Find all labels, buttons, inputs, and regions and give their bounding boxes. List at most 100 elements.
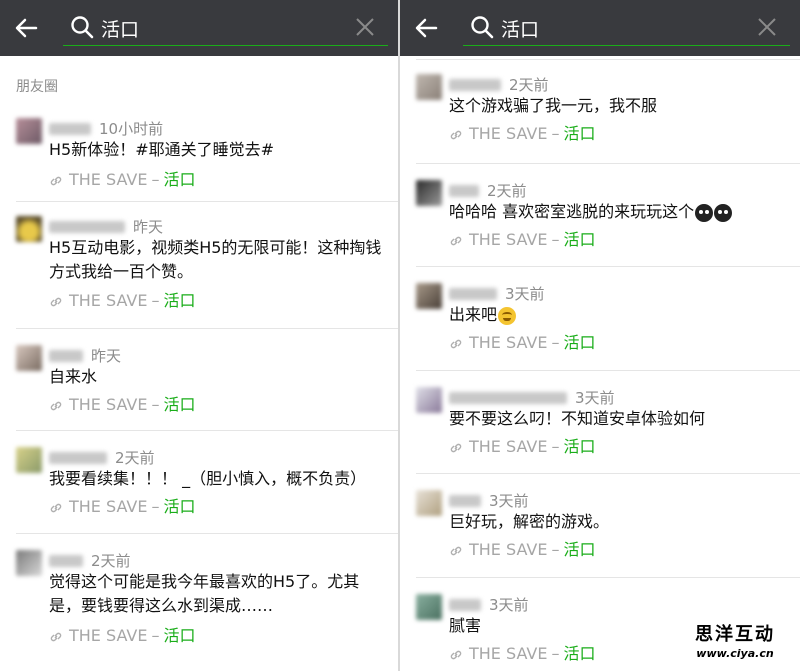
avatar[interactable] bbox=[16, 447, 42, 473]
feed-item[interactable]: 10小时前 H5新体验！#耶通关了睡觉去# THE SAVE – 活口 bbox=[16, 114, 398, 202]
post-time: 昨天 bbox=[133, 218, 164, 236]
nickname-blurred[interactable] bbox=[49, 451, 107, 464]
post-meta: 10小时前 bbox=[49, 118, 164, 138]
nickname-blurred[interactable] bbox=[449, 184, 479, 197]
post-meta: 2天前 bbox=[449, 180, 527, 200]
clear-search-icon[interactable] bbox=[354, 16, 376, 38]
post-text: 哈哈哈 喜欢密室逃脱的来玩玩这个 bbox=[449, 200, 788, 224]
link-icon bbox=[450, 443, 462, 452]
link-icon bbox=[450, 546, 462, 555]
link-icon bbox=[450, 339, 462, 348]
feed-item[interactable]: 昨天 H5互动电影，视频类H5的无限可能！这种掏钱方式我给一百个赞。 THE S… bbox=[16, 202, 398, 329]
nickname-blurred[interactable] bbox=[49, 220, 125, 233]
link-icon bbox=[50, 176, 62, 185]
link-site: THE SAVE bbox=[69, 497, 148, 516]
right-panel: 2天前 这个游戏骗了我一元，我不服 THE SAVE–活口 2天前 哈哈哈 喜欢… bbox=[400, 0, 800, 671]
search-bar bbox=[63, 8, 388, 46]
feed-item[interactable]: 2天前 觉得这个可能是我今年最喜欢的H5了。尤其是，要钱要得这么水到渠成…… T… bbox=[16, 534, 398, 671]
shared-link[interactable]: THE SAVE – 活口 bbox=[49, 166, 195, 189]
shared-link[interactable]: THE SAVE – 活口 bbox=[49, 493, 195, 516]
avatar[interactable] bbox=[416, 387, 442, 413]
link-title: 活口 bbox=[163, 291, 196, 310]
link-title: 活口 bbox=[563, 124, 596, 143]
post-meta: 2天前 bbox=[49, 550, 131, 570]
link-site: THE SAVE bbox=[69, 395, 148, 414]
search-bar bbox=[463, 8, 790, 46]
avatar[interactable] bbox=[416, 283, 442, 309]
dark-face-icon bbox=[695, 203, 714, 222]
search-input[interactable] bbox=[101, 14, 341, 42]
link-title: 活口 bbox=[563, 333, 596, 352]
post-meta: 2天前 bbox=[49, 447, 155, 467]
left-panel: 朋友圈 10小时前 H5新体验！#耶通关了睡觉去# THE SAVE–活口 昨天… bbox=[0, 0, 400, 671]
link-site: THE SAVE bbox=[469, 540, 548, 559]
avatar[interactable] bbox=[416, 594, 442, 620]
nickname-blurred[interactable] bbox=[449, 287, 497, 300]
shared-link[interactable]: THE SAVE – 活口 bbox=[449, 640, 596, 663]
back-arrow-icon[interactable] bbox=[12, 14, 40, 42]
shared-link[interactable]: THE SAVE – 活口 bbox=[449, 536, 595, 559]
link-site: THE SAVE bbox=[469, 230, 548, 249]
avatar[interactable] bbox=[416, 180, 442, 206]
nickname-blurred[interactable] bbox=[449, 494, 481, 507]
shared-link[interactable]: THE SAVE – 活口 bbox=[449, 226, 595, 249]
feed-item[interactable]: 2天前 哈哈哈 喜欢密室逃脱的来玩玩这个 THE SAVE – 活口 bbox=[416, 164, 800, 267]
feed-item[interactable]: 昨天 自来水 THE SAVE – 活口 bbox=[16, 329, 398, 431]
post-meta: 昨天 bbox=[49, 345, 122, 365]
link-title: 活口 bbox=[563, 437, 596, 456]
post-text-content: 出来吧 bbox=[449, 305, 498, 324]
post-time: 昨天 bbox=[91, 347, 122, 365]
clear-search-icon[interactable] bbox=[756, 16, 778, 38]
nickname-blurred[interactable] bbox=[449, 598, 481, 611]
avatar[interactable] bbox=[16, 550, 42, 576]
avatar[interactable] bbox=[16, 345, 42, 371]
link-icon bbox=[50, 401, 62, 410]
search-icon bbox=[471, 16, 494, 39]
post-time: 2天前 bbox=[509, 76, 549, 94]
post-text: 出来吧 bbox=[449, 303, 788, 327]
post-time: 2天前 bbox=[91, 552, 131, 570]
feed-item[interactable]: 3天前 出来吧 THE SAVE – 活口 bbox=[416, 267, 800, 371]
post-text: 要不要这么叼！不知道安卓体验如何 bbox=[449, 409, 706, 428]
link-site: THE SAVE bbox=[69, 291, 148, 310]
link-icon bbox=[450, 130, 462, 139]
post-time: 10小时前 bbox=[99, 120, 164, 138]
post-meta: 2天前 bbox=[449, 74, 549, 94]
shared-link[interactable]: THE SAVE – 活口 bbox=[49, 287, 196, 310]
link-title: 活口 bbox=[163, 626, 196, 645]
section-label: 朋友圈 bbox=[16, 79, 58, 95]
link-site: THE SAVE bbox=[69, 170, 148, 189]
back-arrow-icon[interactable] bbox=[412, 14, 440, 42]
link-site: THE SAVE bbox=[469, 333, 548, 352]
feed-item[interactable]: 2天前 我要看续集！！！ _（胆小慎入，概不负责） THE SAVE – 活口 bbox=[16, 431, 398, 534]
post-meta: 3天前 bbox=[449, 490, 529, 510]
feed-item[interactable]: 3天前 巨好玩，解密的游戏。 THE SAVE – 活口 bbox=[416, 474, 800, 578]
nickname-blurred[interactable] bbox=[449, 391, 567, 404]
post-time: 2天前 bbox=[487, 182, 527, 200]
shared-link[interactable]: THE SAVE – 活口 bbox=[449, 433, 596, 456]
avatar[interactable] bbox=[416, 74, 442, 100]
link-icon bbox=[450, 236, 462, 245]
post-text: 这个游戏骗了我一元，我不服 bbox=[449, 96, 658, 115]
nickname-blurred[interactable] bbox=[49, 349, 83, 362]
feed-item[interactable]: 2天前 这个游戏骗了我一元，我不服 THE SAVE – 活口 bbox=[416, 60, 800, 164]
link-site: THE SAVE bbox=[469, 644, 548, 663]
shared-link[interactable]: THE SAVE – 活口 bbox=[49, 391, 195, 414]
link-title: 活口 bbox=[563, 644, 596, 663]
search-input[interactable] bbox=[501, 14, 741, 42]
search-topbar bbox=[0, 0, 398, 56]
shared-link[interactable]: THE SAVE – 活口 bbox=[449, 120, 596, 143]
nickname-blurred[interactable] bbox=[49, 122, 91, 135]
nickname-blurred[interactable] bbox=[449, 78, 501, 91]
avatar[interactable] bbox=[16, 118, 42, 144]
shared-link[interactable]: THE SAVE – 活口 bbox=[449, 329, 596, 352]
feed-item[interactable]: 3天前 要不要这么叼！不知道安卓体验如何 THE SAVE – 活口 bbox=[416, 371, 800, 474]
avatar[interactable] bbox=[16, 216, 42, 242]
avatar[interactable] bbox=[416, 490, 442, 516]
link-icon bbox=[50, 632, 62, 641]
search-topbar bbox=[400, 0, 800, 56]
post-text: 巨好玩，解密的游戏。 bbox=[449, 512, 610, 531]
shared-link[interactable]: THE SAVE – 活口 bbox=[49, 622, 196, 645]
nickname-blurred[interactable] bbox=[49, 554, 83, 567]
link-icon bbox=[50, 503, 62, 512]
